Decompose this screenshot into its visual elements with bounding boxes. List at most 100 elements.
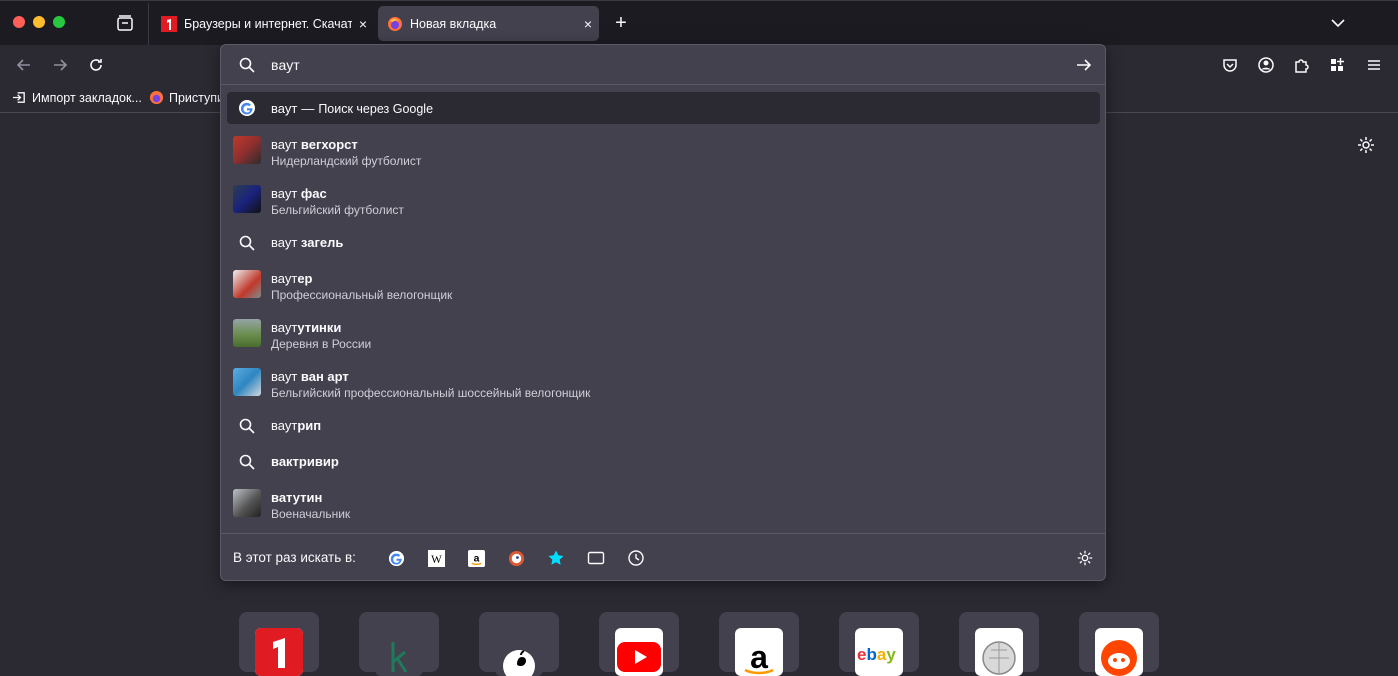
1-logo [255,628,303,676]
extensions-button[interactable] [1290,54,1312,76]
suggestion-row[interactable]: ваут вегхорст Нидерландский футболист [227,129,1100,171]
suggestion-description: Военачальник [271,507,351,521]
suggestion-completion: загель [300,235,344,250]
suggestion-completion: ер [297,271,313,286]
suggestion-prefix: ваут [271,186,301,201]
suggestion-text: ватутин [271,490,322,505]
shortcut-tile[interactable] [1079,612,1159,676]
address-bar-dropdown: вaут ваут — Поиск через Google ваут вегхор… [220,44,1106,581]
close-tab-icon[interactable]: × [352,16,374,32]
google-icon [239,100,255,116]
reload-button[interactable] [85,54,107,76]
tabs-icon [587,551,605,565]
address-bar[interactable]: вaут [221,45,1105,85]
reload-icon [90,59,102,71]
svg-text:a: a [473,553,479,564]
chevron-down-icon[interactable] [1328,13,1348,33]
suggestion-text: ваут вегхорст [271,137,358,152]
one-off-google-button[interactable] [387,549,405,567]
one-off-duckduckgo-button[interactable] [507,549,525,567]
arrow-right-icon[interactable] [1075,56,1093,74]
close-tab-icon[interactable]: × [577,16,599,32]
person-thumbnail [233,368,261,396]
suggestion-completion: утинки [297,320,342,335]
one-off-tabs-button[interactable] [587,549,605,567]
amazon-logo: a [735,628,783,676]
bookmarks-star-icon [548,550,564,565]
minimize-window-button[interactable] [33,16,45,28]
svg-text:a: a [750,639,768,675]
tab-new-tab[interactable]: Новая вкладка × [378,6,599,41]
suggestion-description: Профессиональный велогонщик [271,288,453,302]
menu-button[interactable] [1363,54,1385,76]
suggestion-text: ваут фас [271,186,327,201]
tab-title: Браузеры и интернет. Скачать [184,16,352,31]
suggestion-row[interactable]: вактривир [227,446,1100,478]
suggestion-text: ваутутинки [271,320,341,335]
suggestion-completion: рип [297,418,322,433]
person-thumbnail [233,489,261,517]
1-logo-icon [161,15,177,32]
search-icon [239,235,255,251]
bookmark-getting-started[interactable]: Приступи [149,90,224,105]
suggestion-completion: фас [300,186,327,201]
zoom-window-button[interactable] [53,16,65,28]
tab-browsers[interactable]: Браузеры и интернет. Скачать × [152,6,374,41]
suggestion-row[interactable]: ваутер Профессиональный велогонщик [227,263,1100,305]
more-tools-button[interactable] [1326,54,1348,76]
tab-bar: Браузеры и интернет. Скачать × Новая вкл… [0,0,1398,45]
bookmark-import[interactable]: Импорт закладок... [12,90,142,105]
amazon-icon: a [467,549,485,567]
pocket-button[interactable] [1219,54,1241,76]
arrow-right-icon [54,59,68,71]
suggestion-text: ваут загель [271,235,343,250]
person-thumbnail [233,185,261,213]
svg-text:W: W [431,553,442,565]
suggestion-row[interactable]: ваутрип [227,410,1100,442]
suggestion-prefix: ваут [271,369,301,384]
suggestion-text: ваут — Поиск через Google [271,101,433,116]
one-off-history-button[interactable] [627,549,645,567]
shortcut-tile[interactable]: a [719,612,799,676]
back-button[interactable] [13,54,35,76]
suggestion-row[interactable]: ваут — Поиск через Google [227,92,1100,124]
close-window-button[interactable] [13,16,25,28]
shortcut-tile[interactable] [479,612,559,676]
suggestion-prefix: ваут [271,101,298,116]
suggestion-prefix: ваут [271,137,301,152]
one-off-amazon-button[interactable]: a [467,549,485,567]
shortcut-tile[interactable] [959,612,1039,676]
firefox-view-icon[interactable] [115,13,135,33]
firefox-icon [149,90,164,105]
suggestion-row[interactable]: ваут фас Бельгийский футболист [227,178,1100,220]
one-off-wikipedia-button[interactable]: W [427,549,445,567]
suggestion-prefix: ваут [271,320,298,335]
shortcut-tile[interactable] [599,612,679,676]
shortcut-tile[interactable] [239,612,319,676]
suggestion-completion: вактривир [271,454,339,469]
address-input[interactable]: вaут [271,57,300,73]
bookmark-label: Приступи [169,90,225,105]
gear-icon[interactable] [1076,549,1094,567]
suggestion-row[interactable]: ваут загель [227,227,1100,259]
pocket-icon [1223,59,1237,72]
history-clock-icon [628,550,644,566]
one-off-bookmarks-button[interactable] [547,549,565,567]
suggestion-completion: ван арт [300,369,349,384]
suggestion-row[interactable]: ваут ван арт Бельгийский профессиональны… [227,361,1100,403]
account-button[interactable] [1255,54,1277,76]
suggestion-row[interactable]: ватутин Военачальник [227,482,1100,524]
search-icon [239,418,255,434]
suggestion-row[interactable]: ваутутинки Деревня в России [227,312,1100,354]
google-icon [388,550,404,566]
shortcut-tile[interactable]: ebay [839,612,919,676]
new-tab-button[interactable]: + [611,12,631,34]
wikipedia-icon: W [427,549,445,567]
svg-text:ebay: ebay [857,645,896,664]
person-thumbnail [233,136,261,164]
shortcut-tile[interactable] [359,612,439,676]
gear-icon[interactable] [1356,135,1376,155]
forward-button[interactable] [49,54,71,76]
separator: — [301,101,315,116]
suggestion-prefix: ваут [271,235,301,250]
